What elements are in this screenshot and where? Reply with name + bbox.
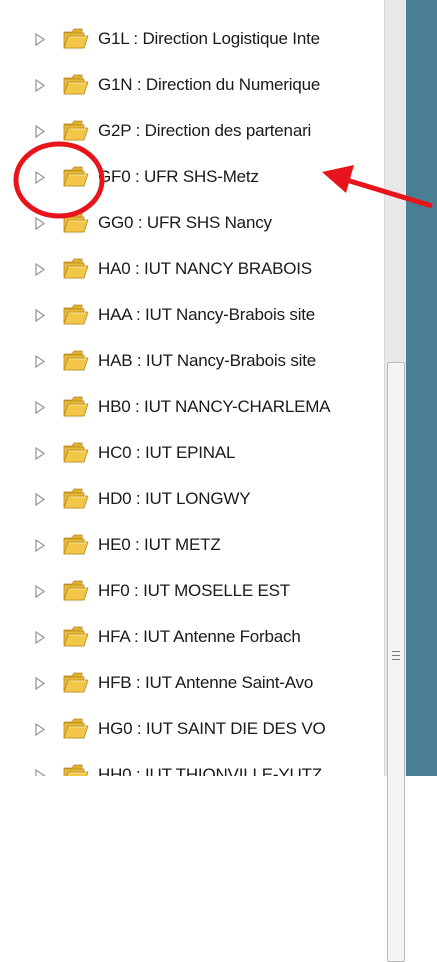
folder-icon (62, 395, 90, 419)
folder-icon (62, 579, 90, 603)
tree-item[interactable]: HAB : IUT Nancy-Brabois site (0, 338, 384, 384)
tree-item-label: HAB : IUT Nancy-Brabois site (98, 351, 316, 370)
folder-icon (62, 257, 90, 281)
triangle-right-icon[interactable] (34, 400, 46, 414)
tree-item-label: HC0 : IUT EPINAL (98, 443, 236, 462)
tree-item-label: HA0 : IUT NANCY BRABOIS (98, 259, 312, 278)
tree-item[interactable]: HAA : IUT Nancy-Brabois site (0, 292, 384, 338)
tree-item[interactable]: G2P : Direction des partenari (0, 108, 384, 154)
tree-item-label: HF0 : IUT MOSELLE EST (98, 581, 290, 600)
folder-icon (62, 441, 90, 465)
tree-item-label: HB0 : IUT NANCY-CHARLEMA (98, 397, 331, 416)
triangle-right-icon[interactable] (34, 492, 46, 506)
folder-icon (62, 717, 90, 741)
tree-item[interactable]: HFA : IUT Antenne Forbach (0, 614, 384, 660)
tree-item[interactable]: HH0 : IUT THIONVILLE-YUTZ (0, 752, 384, 776)
folder-icon (62, 27, 90, 51)
tree-item-label: HFA : IUT Antenne Forbach (98, 627, 301, 646)
folder-tree: G1L : Direction Logistique Inte G1N : Dir… (0, 0, 384, 776)
tree-item[interactable]: GF0 : UFR SHS-Metz (0, 154, 384, 200)
scrollbar-grip (392, 651, 400, 652)
tree-item-label: G1L : Direction Logistique Inte (98, 29, 320, 48)
triangle-right-icon[interactable] (34, 170, 46, 184)
triangle-right-icon[interactable] (34, 78, 46, 92)
tree-item[interactable]: HG0 : IUT SAINT DIE DES VO (0, 706, 384, 752)
folder-icon (62, 533, 90, 557)
tree-item[interactable]: G1L : Direction Logistique Inte (0, 16, 384, 62)
triangle-right-icon[interactable] (34, 538, 46, 552)
tree-item-label: HE0 : IUT METZ (98, 535, 221, 554)
side-panel (406, 0, 437, 776)
scrollbar-thumb[interactable] (387, 362, 405, 962)
tree-item-label: HH0 : IUT THIONVILLE-YUTZ (98, 765, 322, 776)
vertical-scrollbar[interactable] (384, 0, 407, 962)
folder-icon (62, 671, 90, 695)
triangle-right-icon[interactable] (34, 676, 46, 690)
tree-item[interactable]: HFB : IUT Antenne Saint-Avo (0, 660, 384, 706)
tree-item-label: GF0 : UFR SHS-Metz (98, 167, 259, 186)
triangle-right-icon[interactable] (34, 630, 46, 644)
folder-icon (62, 211, 90, 235)
triangle-right-icon[interactable] (34, 446, 46, 460)
triangle-right-icon[interactable] (34, 722, 46, 736)
triangle-right-icon[interactable] (34, 32, 46, 46)
triangle-right-icon[interactable] (34, 354, 46, 368)
scrollbar-grip (392, 655, 400, 656)
triangle-right-icon[interactable] (34, 262, 46, 276)
folder-icon (62, 119, 90, 143)
tree-item-label: HFB : IUT Antenne Saint-Avo (98, 673, 314, 692)
triangle-right-icon[interactable] (34, 308, 46, 322)
tree-item-label: HAA : IUT Nancy-Brabois site (98, 305, 316, 324)
tree-item-label: GG0 : UFR SHS Nancy (98, 213, 272, 232)
tree-item[interactable]: HD0 : IUT LONGWY (0, 476, 384, 522)
tree-item-label: HD0 : IUT LONGWY (98, 489, 251, 508)
triangle-right-icon[interactable] (34, 124, 46, 138)
tree-item[interactable]: HB0 : IUT NANCY-CHARLEMA (0, 384, 384, 430)
tree-item[interactable]: GG0 : UFR SHS Nancy (0, 200, 384, 246)
tree-item[interactable]: HA0 : IUT NANCY BRABOIS (0, 246, 384, 292)
tree-item-label: G1N : Direction du Numerique (98, 75, 321, 94)
folder-icon (62, 763, 90, 776)
folder-icon (62, 625, 90, 649)
tree-item-label: G2P : Direction des partenari (98, 121, 312, 140)
triangle-right-icon[interactable] (34, 768, 46, 776)
folder-icon (62, 349, 90, 373)
folder-icon (62, 487, 90, 511)
triangle-right-icon[interactable] (34, 584, 46, 598)
tree-item[interactable]: G1N : Direction du Numerique (0, 62, 384, 108)
tree-item-label: HG0 : IUT SAINT DIE DES VO (98, 719, 326, 738)
folder-icon (62, 303, 90, 327)
tree-item[interactable]: HC0 : IUT EPINAL (0, 430, 384, 476)
folder-icon (62, 165, 90, 189)
tree-item[interactable]: HE0 : IUT METZ (0, 522, 384, 568)
triangle-right-icon[interactable] (34, 216, 46, 230)
scrollbar-grip (392, 659, 400, 660)
folder-icon (62, 73, 90, 97)
tree-item[interactable]: HF0 : IUT MOSELLE EST (0, 568, 384, 614)
